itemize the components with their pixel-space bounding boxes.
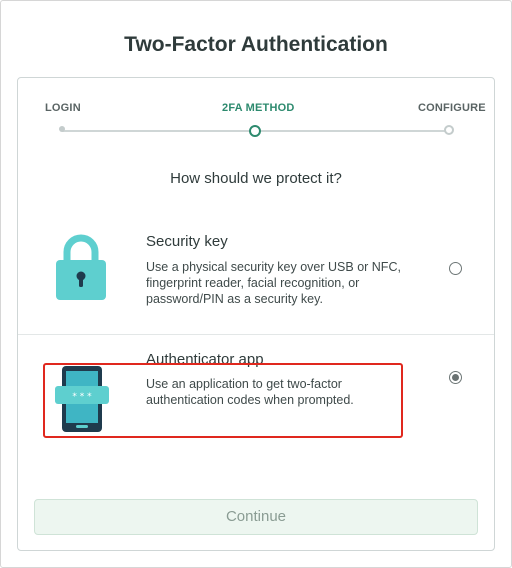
step-configure-dot [444,125,454,135]
step-2fa-method-dot [249,125,261,137]
step-login-label: LOGIN [45,102,81,114]
step-2fa-method-label: 2FA METHOD [222,102,295,114]
protection-question: How should we protect it? [170,170,342,187]
authenticator-app-radio[interactable] [449,371,462,384]
method-card: LOGIN 2FA METHOD CONFIGURE How should we… [17,77,495,551]
security-key-description: Use a physical security key over USB or … [146,260,401,306]
security-key-title: Security key [146,233,228,250]
padlock-icon [54,232,108,305]
option-security-key[interactable]: Security key Use a physical security key… [18,218,494,334]
selection-highlight [43,363,403,438]
step-configure-label: CONFIGURE [418,102,486,114]
step-login-dot [59,126,65,132]
security-key-radio[interactable] [449,262,462,275]
page-title: Two-Factor Authentication [124,33,388,56]
continue-button[interactable]: Continue [34,499,478,535]
